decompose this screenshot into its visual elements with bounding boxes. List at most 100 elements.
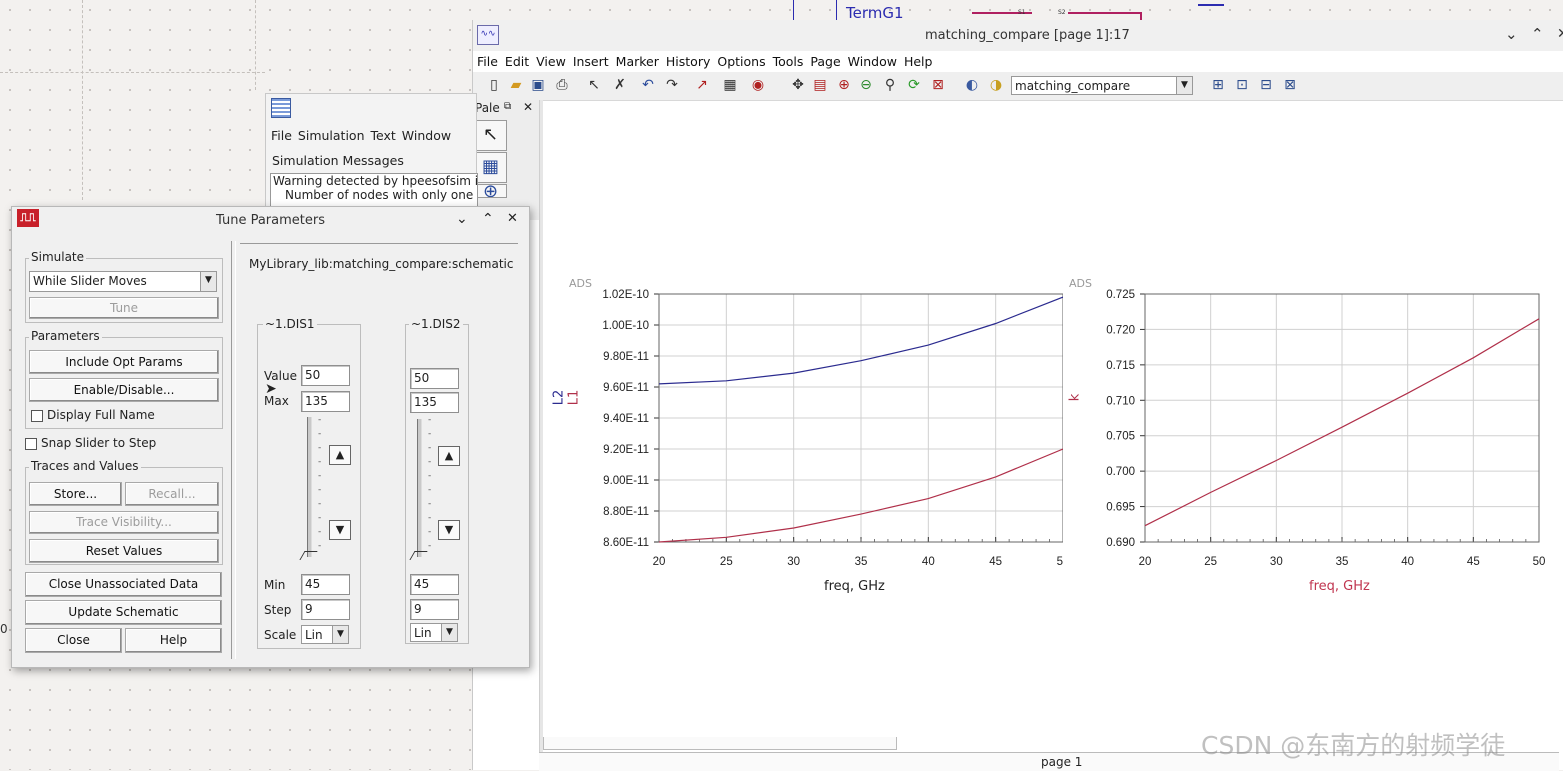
pane-splitter[interactable] [231,241,236,659]
trace-visibility-button[interactable]: Trace Visibility... [29,511,219,534]
dis1-step-field[interactable]: 9 [301,599,350,620]
delete-icon[interactable]: ✗ [611,76,629,94]
dis1-min-field[interactable]: 45 [301,574,350,595]
dis1-scale-select[interactable]: Lin ▼ [301,625,349,644]
zoom-in-icon[interactable]: ⊕ [835,76,853,94]
y-tick-label: 0.720 [1106,324,1135,336]
move-icon[interactable]: ✥ [789,76,807,94]
help-button[interactable]: Help [125,628,222,653]
refresh-icon[interactable]: ⟳ [905,76,923,94]
sim-menu-simulation[interactable]: Simulation [298,128,365,143]
plot-icon[interactable]: ▦ [721,76,739,94]
sim-menu-text[interactable]: Text [371,128,396,143]
prev-page-icon[interactable]: ◐ [963,76,981,94]
chevron-down-icon[interactable]: ▼ [1176,77,1192,94]
pointer-icon[interactable]: ↖ [474,120,507,151]
print-icon[interactable]: ⎙ [553,76,571,94]
term-symbol[interactable] [793,0,837,21]
menu-marker[interactable]: Marker [616,54,659,69]
reset-values-button[interactable]: Reset Values [29,539,219,563]
display-full-name-checkbox[interactable] [31,410,43,422]
dis2-max-field[interactable]: 135 [410,392,459,413]
palette-float-icon[interactable]: ⧉ [504,101,511,112]
dis1-slider-track[interactable] [307,417,312,557]
menu-help[interactable]: Help [904,54,933,69]
tune-maximize-icon[interactable]: ⌃ [482,211,494,227]
zoom-area-icon[interactable]: ▤ [811,76,829,94]
sim-menu-file[interactable]: File [271,128,292,143]
chevron-down-icon[interactable]: ▼ [441,624,457,641]
tune-title-bar[interactable]: ⎍⎍ Tune Parameters ⌄ ⌃ ✕ [12,207,529,233]
select-pointer-icon[interactable]: ↖ [585,76,603,94]
menu-history[interactable]: History [666,54,710,69]
menu-edit[interactable]: Edit [505,54,529,69]
menu-window[interactable]: Window [848,54,897,69]
dis1-value-field[interactable]: 50 [301,365,350,386]
horizontal-scrollbar[interactable] [543,737,897,750]
menu-options[interactable]: Options [717,54,765,69]
view-all-icon[interactable]: ⊞ [1209,76,1227,94]
x-tick-label: 30 [787,556,800,568]
close-button[interactable]: Close [25,628,122,653]
chart-1-area[interactable]: ADS L2 L1 freq, GHz 202530354045501.02E-… [543,250,1063,610]
store-button[interactable]: Store... [29,482,122,506]
save-icon[interactable]: ▣ [529,76,547,94]
next-page-icon[interactable]: ◑ [987,76,1005,94]
menu-insert[interactable]: Insert [573,54,609,69]
tune-button[interactable]: Tune [29,297,219,319]
dis2-step-down-button[interactable]: ▼ [438,520,460,540]
recall-button[interactable]: Recall... [125,482,219,506]
include-opt-params-button[interactable]: Include Opt Params [29,350,219,374]
new-icon[interactable]: ▯ [485,76,503,94]
sim-menu-window[interactable]: Window [402,128,451,143]
dis2-step-field[interactable]: 9 [410,599,459,620]
zoom-page-icon[interactable]: ⊟ [1257,76,1275,94]
dis1-max-field[interactable]: 135 [301,391,350,412]
zoom-icon[interactable]: ⚲ [881,76,899,94]
dis2-slider-track[interactable] [417,419,422,557]
close-icon[interactable]: ✕ [1557,26,1563,42]
chevron-down-icon[interactable]: ▼ [200,272,216,291]
open-folder-icon[interactable]: ▰ [507,76,525,94]
dis2-value-field[interactable]: 50 [410,368,459,389]
palette-close-icon[interactable]: ✕ [523,100,533,114]
stop-icon[interactable]: ⊠ [929,76,947,94]
undo-icon[interactable]: ↶ [639,76,657,94]
polar-plot-icon[interactable]: ⊕ [474,184,507,198]
simulate-mode-select[interactable]: While Slider Moves ▼ [29,271,217,292]
redo-icon[interactable]: ↷ [663,76,681,94]
page-select[interactable]: matching_compare ▼ [1011,76,1193,95]
x-tick-label: 25 [720,556,733,568]
update-schematic-button[interactable]: Update Schematic [25,600,222,625]
marker-icon[interactable]: ↗ [693,76,711,94]
zoom-fit-icon[interactable]: ⊠ [1281,76,1299,94]
tune-minimize-icon[interactable]: ⌄ [456,211,468,227]
zoom-box-icon[interactable]: ⊡ [1233,76,1251,94]
rect-plot-icon[interactable]: ▦ [474,152,507,183]
dis2-scale-select[interactable]: Lin ▼ [410,623,458,642]
dis1-step-up-button[interactable]: ▲ [329,445,351,465]
dis1-step-down-button[interactable]: ▼ [329,520,351,540]
y-tick-label: 9.40E-11 [603,413,649,425]
dis2-step-up-button[interactable]: ▲ [438,446,460,466]
schematic-wire [82,0,83,200]
zoom-out-icon[interactable]: ⊖ [857,76,875,94]
chart-2-area[interactable]: ADS k freq, GHz 20 25 30 35 40 45 50 0.725 0.720… [1057,250,1557,610]
chevron-down-icon[interactable]: ▼ [332,626,348,643]
tune-close-icon[interactable]: ✕ [507,211,518,226]
title-bar[interactable]: ∿∿ matching_compare [page 1]:17 ⌄ ⌃ ✕ [473,20,1563,51]
menu-tools[interactable]: Tools [773,54,804,69]
x-tick-label: 30 [1270,556,1283,568]
snap-slider-checkbox[interactable] [25,438,37,450]
minimize-icon[interactable]: ⌄ [1505,25,1518,43]
close-unassociated-button[interactable]: Close Unassociated Data Displays [25,572,222,614]
sim-window-icon [271,98,291,118]
ael-icon[interactable]: ◉ [749,76,767,94]
maximize-icon[interactable]: ⌃ [1531,25,1544,43]
enable-disable-button[interactable]: Enable/Disable... [29,378,219,402]
menu-page[interactable]: Page [810,54,840,69]
data-display-window: ∿∿ matching_compare [page 1]:17 ⌄ ⌃ ✕ Fi… [472,20,1563,771]
menu-file[interactable]: File [477,54,498,69]
dis2-min-field[interactable]: 45 [410,574,459,595]
menu-view[interactable]: View [536,54,566,69]
